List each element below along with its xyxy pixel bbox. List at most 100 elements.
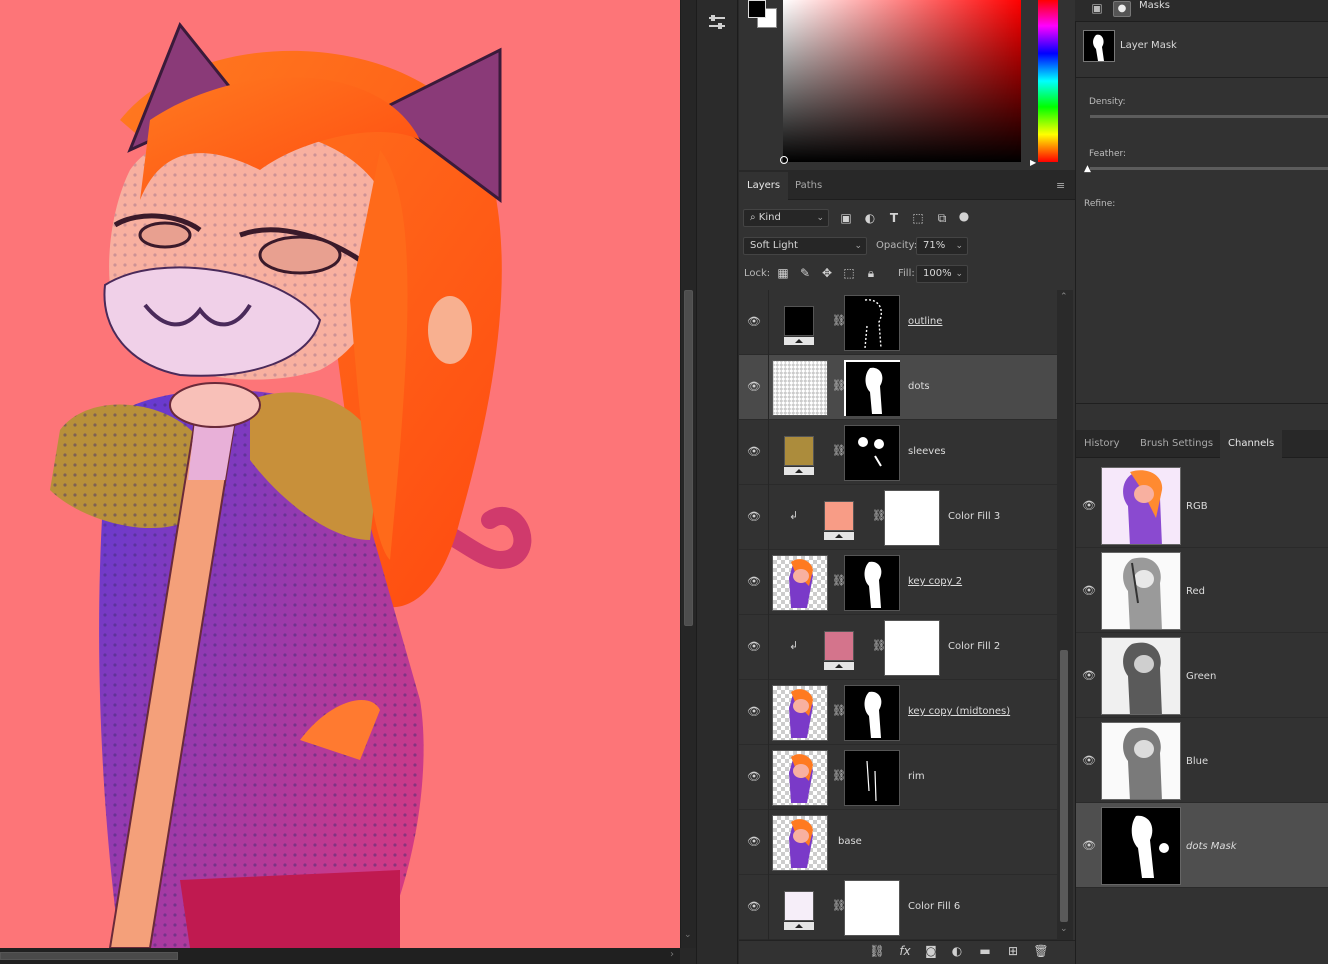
fill-color-thumbnail[interactable] <box>784 306 814 336</box>
layer-row[interactable]: 👁︎ ↲ ⛓ Color Fill 2 <box>739 615 1057 680</box>
visibility-eye-icon[interactable]: 👁︎ <box>747 510 761 524</box>
fill-color-thumbnail[interactable] <box>824 631 854 661</box>
blend-mode-select[interactable]: Soft Light ⌄ <box>743 237 867 255</box>
scroll-thumb[interactable] <box>1060 650 1068 922</box>
layer-thumbnail[interactable] <box>772 750 828 806</box>
tab-channels[interactable]: Channels <box>1220 430 1283 458</box>
filter-adjustment-icon[interactable]: ◐ <box>862 211 878 225</box>
layer-row[interactable]: 👁︎ ⛓ rim <box>739 745 1057 810</box>
lock-transparent-icon[interactable]: ▦ <box>775 266 791 280</box>
channel-row[interactable]: 👁︎ RGB <box>1076 463 1328 548</box>
layer-thumbnail[interactable] <box>772 685 828 741</box>
fill-color-thumbnail[interactable] <box>784 891 814 921</box>
scroll-right-arrow-icon[interactable]: › <box>670 949 674 960</box>
layer-thumbnail[interactable] <box>772 555 828 611</box>
visibility-eye-icon[interactable]: 👁︎ <box>1082 669 1096 682</box>
visibility-eye-icon[interactable]: 👁︎ <box>747 770 761 784</box>
layer-row[interactable]: 👁︎ ⛓ key copy 2 <box>739 550 1057 615</box>
channel-row[interactable]: 👁︎ Blue <box>1076 718 1328 803</box>
tab-layers[interactable]: Layers <box>739 172 789 200</box>
panel-menu-icon[interactable]: ≡ <box>1056 179 1065 192</box>
layer-row[interactable]: 👁︎ ⛓ key copy (midtones) <box>739 680 1057 745</box>
hue-handle-icon[interactable]: ▶ <box>1030 158 1036 167</box>
channel-row[interactable]: 👁︎ Red <box>1076 548 1328 633</box>
density-slider[interactable] <box>1090 115 1328 118</box>
lock-move-icon[interactable]: ✥ <box>819 266 835 280</box>
layer-mask-thumbnail[interactable] <box>884 490 940 546</box>
layers-scrollbar[interactable]: ⌃ ⌄ <box>1057 290 1073 940</box>
filter-smart-object-icon[interactable]: ⧉ <box>934 211 950 225</box>
fill-input[interactable]: 100% ⌄ <box>916 265 968 283</box>
scroll-down-arrow-icon[interactable]: ⌄ <box>1060 924 1068 934</box>
visibility-eye-icon[interactable]: 👁︎ <box>747 705 761 719</box>
tab-paths[interactable]: Paths <box>787 172 830 200</box>
layer-thumbnail[interactable] <box>772 815 828 871</box>
vector-mask-icon[interactable]: ● <box>1113 1 1131 17</box>
visibility-eye-icon[interactable]: 👁︎ <box>1082 584 1096 597</box>
layer-mask-thumbnail[interactable] <box>844 685 900 741</box>
layer-row[interactable]: 👁︎ ⛓ sleeves <box>739 420 1057 485</box>
filter-kind-select[interactable]: ⌕ Kind ⌄ <box>743 209 829 227</box>
filter-type-icon[interactable]: T <box>886 211 902 225</box>
visibility-eye-icon[interactable]: 👁︎ <box>747 445 761 459</box>
document-canvas[interactable] <box>0 0 680 948</box>
layer-mask-thumbnail[interactable] <box>844 425 900 481</box>
feather-slider-handle-icon[interactable]: ▲ <box>1084 164 1091 174</box>
trash-icon[interactable]: 🗑︎ <box>1031 944 1051 958</box>
visibility-eye-icon[interactable]: 👁︎ <box>747 315 761 329</box>
layer-mask-thumbnail[interactable] <box>884 620 940 676</box>
fx-icon[interactable]: fx <box>895 944 915 958</box>
layer-thumbnail[interactable] <box>772 360 828 416</box>
fill-color-thumbnail[interactable] <box>784 436 814 466</box>
hue-slider[interactable] <box>1038 0 1058 162</box>
layer-mask-thumbnail[interactable] <box>844 295 900 351</box>
visibility-eye-icon[interactable]: 👁︎ <box>1082 754 1096 767</box>
canvas-horizontal-scrollbar[interactable]: › <box>0 948 680 964</box>
color-picker-handle[interactable] <box>780 156 788 164</box>
lock-all-icon[interactable]: 🔒︎ <box>863 266 879 280</box>
pixel-mask-icon[interactable]: ▣ <box>1089 1 1105 15</box>
visibility-eye-icon[interactable]: 👁︎ <box>747 900 761 914</box>
adjustment-layer-icon[interactable]: ◐ <box>947 944 967 958</box>
scroll-thumb[interactable] <box>0 952 178 960</box>
layer-row[interactable]: 👁︎ base <box>739 810 1057 875</box>
new-layer-icon[interactable]: ⊞ <box>1003 944 1023 958</box>
layer-mask-thumbnail[interactable] <box>844 880 900 936</box>
filter-shape-icon[interactable]: ⬚ <box>910 211 926 225</box>
lock-brush-icon[interactable]: ✎ <box>797 266 813 280</box>
filter-pixel-icon[interactable]: ▣ <box>838 211 854 225</box>
saturation-value-field[interactable] <box>783 0 1021 162</box>
channel-row[interactable]: 👁︎ Green <box>1076 633 1328 718</box>
canvas-vertical-scrollbar[interactable]: ⌄ <box>680 0 696 948</box>
layer-mask-thumbnail[interactable] <box>844 555 900 611</box>
opacity-input[interactable]: 71% ⌄ <box>916 237 968 255</box>
lock-artboard-icon[interactable]: ⬚ <box>841 266 857 280</box>
scroll-thumb[interactable] <box>684 290 693 626</box>
fill-color-thumbnail[interactable] <box>824 501 854 531</box>
visibility-eye-icon[interactable]: 👁︎ <box>747 575 761 589</box>
visibility-eye-icon[interactable]: 👁︎ <box>747 380 761 394</box>
layer-row[interactable]: 👁︎ ⛓ dots <box>739 355 1057 420</box>
layer-mask-thumbnail[interactable] <box>844 360 900 416</box>
new-group-icon[interactable]: ▬ <box>975 944 995 958</box>
layer-row[interactable]: 👁︎ ⛓ outline <box>739 290 1057 355</box>
lock-label: Lock: <box>744 268 771 279</box>
layer-mask-thumbnail[interactable] <box>844 750 900 806</box>
sliders-icon[interactable] <box>703 8 731 36</box>
layer-row[interactable]: 👁︎ ↲ ⛓ Color Fill 3 <box>739 485 1057 550</box>
add-mask-icon[interactable]: ◙ <box>921 944 941 958</box>
tab-brush-settings[interactable]: Brush Settings <box>1132 430 1221 458</box>
link-layers-icon[interactable]: ⛓ <box>867 944 887 958</box>
channel-row[interactable]: 👁︎ dots Mask <box>1076 803 1328 888</box>
visibility-eye-icon[interactable]: 👁︎ <box>747 640 761 654</box>
feather-slider[interactable] <box>1090 167 1328 170</box>
scroll-up-arrow-icon[interactable]: ⌃ <box>1060 292 1068 302</box>
visibility-eye-icon[interactable]: 👁︎ <box>1082 839 1096 852</box>
foreground-color-swatch[interactable] <box>748 0 766 18</box>
filter-toggle-icon[interactable]: ● <box>956 209 972 223</box>
scroll-down-arrow-icon[interactable]: ⌄ <box>684 930 692 940</box>
layer-row[interactable]: 👁︎ ⛓ Color Fill 6 <box>739 875 1057 940</box>
tab-history[interactable]: History <box>1076 430 1128 458</box>
visibility-eye-icon[interactable]: 👁︎ <box>1082 499 1096 512</box>
visibility-eye-icon[interactable]: 👁︎ <box>747 835 761 849</box>
